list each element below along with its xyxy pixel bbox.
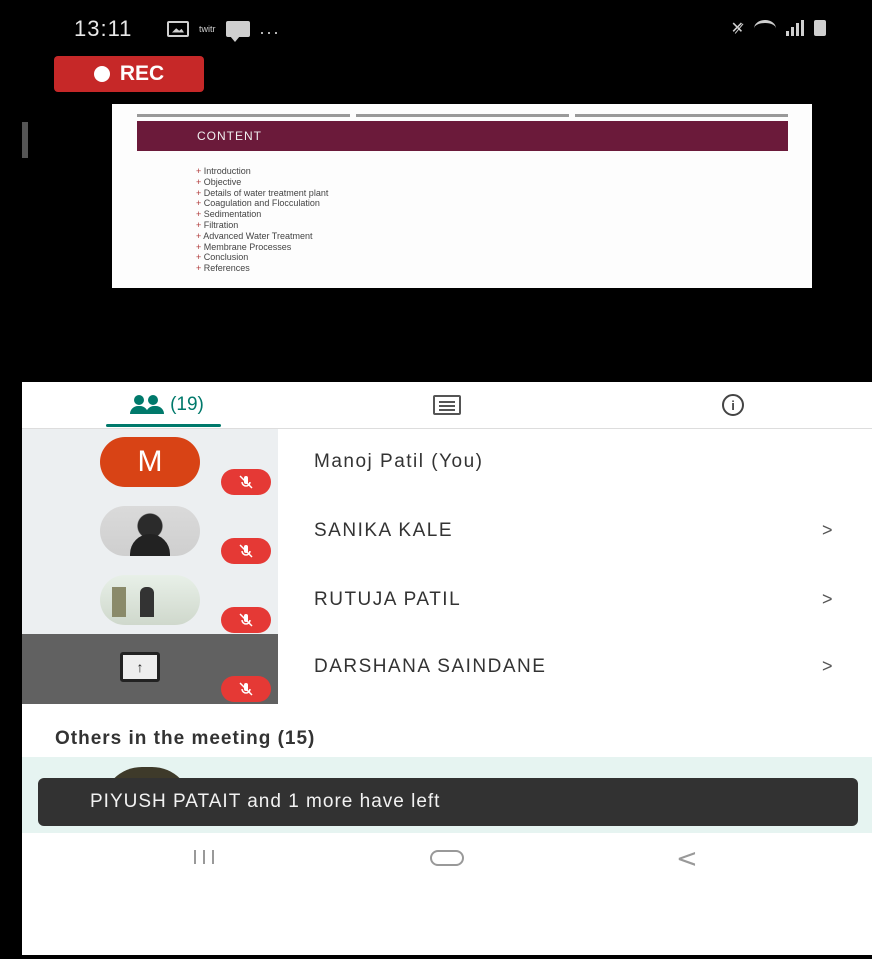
signal-icon <box>786 20 804 36</box>
android-nav-bar: < <box>22 834 872 882</box>
record-dot-icon <box>93 66 110 82</box>
slide-bullet: Sedimentation <box>196 209 328 220</box>
people-count: (19) <box>170 394 204 415</box>
chevron-right-icon[interactable]: > <box>822 656 833 677</box>
people-icon <box>130 395 165 415</box>
back-icon[interactable]: < <box>676 844 698 874</box>
slide-bullet: Details of water treatment plant <box>196 188 329 199</box>
slide-header: CONTENT <box>137 121 788 151</box>
avatar <box>100 575 200 625</box>
side-handle[interactable] <box>22 122 28 158</box>
vibrate-icon: ✕̷ <box>730 20 744 37</box>
gallery-icon <box>167 20 189 37</box>
bottom-frame-border <box>0 955 872 959</box>
slide-bullet: Introduction <box>196 166 328 177</box>
battery-icon <box>814 20 826 36</box>
participant-row[interactable]: SANIKA KALE > <box>22 498 872 566</box>
avatar-initial: M <box>137 445 163 478</box>
others-heading: Others in the meeting (15) <box>55 728 316 749</box>
slide-bullet: Conclusion <box>196 252 328 263</box>
participant-row[interactable]: ↑ DARSHANA SAINDANE > <box>22 634 872 704</box>
more-notifications-icon: ... <box>259 18 281 38</box>
avatar: M <box>100 437 200 487</box>
tab-info[interactable]: i <box>708 382 758 428</box>
muted-mic-icon <box>221 469 271 495</box>
slide-bullet: References <box>196 263 328 274</box>
recording-indicator[interactable]: REC <box>54 56 204 92</box>
participant-row[interactable]: RUTUJA PATIL > <box>22 567 872 635</box>
status-time: 13:11 <box>74 16 133 41</box>
participant-name: SANIKA KALE <box>314 520 454 541</box>
info-icon: i <box>722 394 744 416</box>
chat-icon <box>433 395 461 415</box>
slide-bullet: Coagulation and Flocculation <box>196 198 328 209</box>
app-icon: twitr <box>199 23 216 34</box>
muted-mic-icon <box>221 538 271 564</box>
meeting-tabs: (19) i <box>22 382 872 429</box>
toast-notification: PIYUSH PATAIT and 1 more have left <box>38 778 858 826</box>
left-frame-border <box>0 0 22 959</box>
status-icons-right: ✕̷ <box>731 18 826 38</box>
slide-bullet: Filtration <box>196 220 328 231</box>
participant-name: Manoj Patil (You) <box>314 451 484 472</box>
chevron-right-icon[interactable]: > <box>822 520 833 541</box>
tab-people[interactable]: (19) <box>102 382 232 428</box>
recents-icon[interactable] <box>194 850 214 864</box>
active-tab-indicator <box>106 424 221 427</box>
screen-share-icon: ↑ <box>120 652 160 682</box>
slide-bullet-list: Introduction Objective Details of water … <box>196 166 328 274</box>
avatar <box>100 506 200 556</box>
status-icons-left: twitr ... <box>167 18 281 42</box>
tab-chat[interactable] <box>422 382 472 428</box>
participant-row[interactable]: M Manoj Patil (You) <box>22 429 872 497</box>
shared-slide: CONTENT Introduction Objective Details o… <box>112 104 812 288</box>
muted-mic-icon <box>221 676 271 702</box>
chevron-right-icon[interactable]: > <box>822 589 833 610</box>
participant-name: DARSHANA SAINDANE <box>314 656 547 677</box>
muted-mic-icon <box>221 607 271 633</box>
participant-name: RUTUJA PATIL <box>314 589 462 610</box>
slide-bullet: Advanced Water Treatment <box>196 231 328 242</box>
slide-top-lines <box>137 114 788 117</box>
wifi-icon <box>754 19 776 37</box>
recording-label: REC <box>119 62 165 85</box>
home-icon[interactable] <box>430 850 464 866</box>
message-icon <box>225 20 250 42</box>
slide-bullet: Objective <box>196 177 328 188</box>
slide-bullet: Membrane Processes <box>196 242 328 253</box>
